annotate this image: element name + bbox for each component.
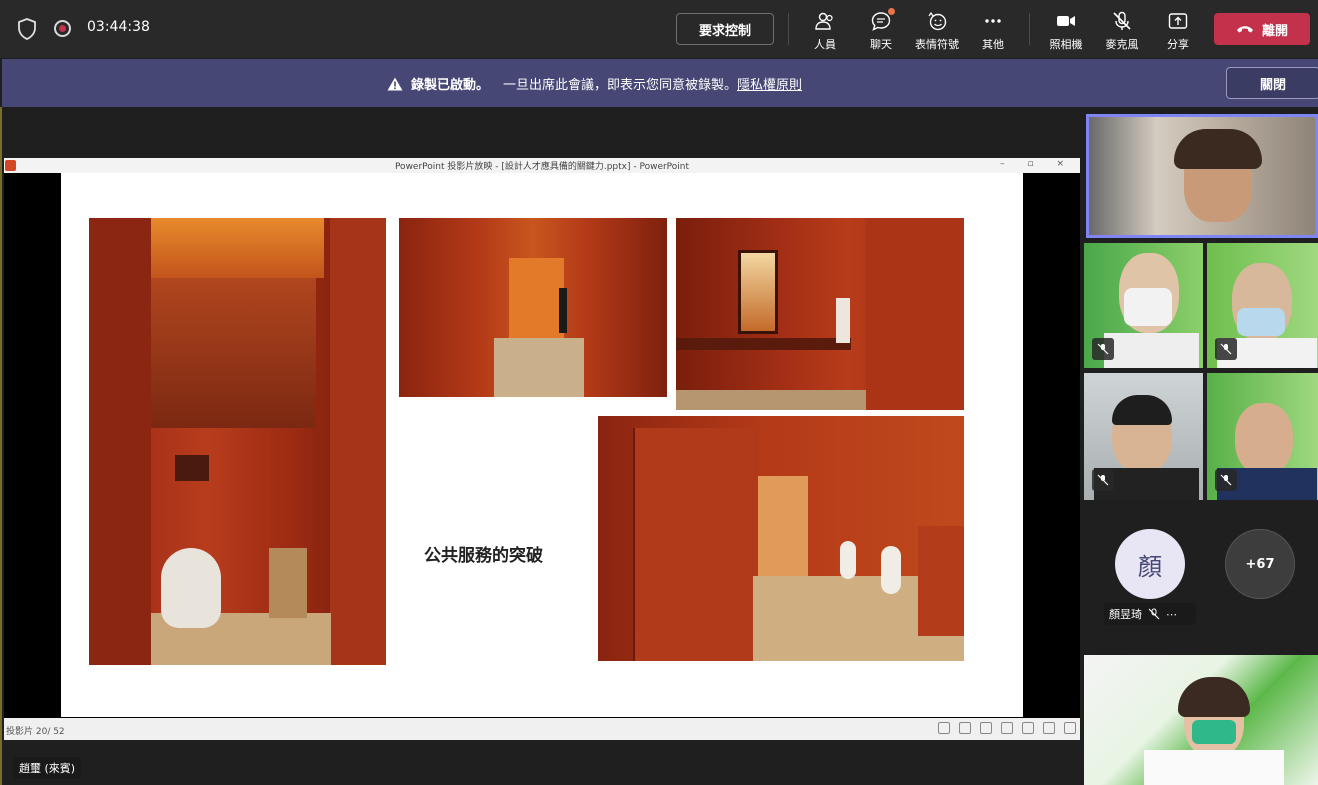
powerpoint-statusbar: 投影片 20/ 52 — [4, 718, 1080, 740]
participant-video-4[interactable] — [1207, 373, 1318, 500]
phone-hangup-icon — [1236, 26, 1253, 33]
mic-off-icon — [1113, 11, 1131, 30]
meeting-toolbar: 03:44:38 要求控制 人員 聊天 表情符號 其他 照相機 麥克風 分享 離… — [0, 0, 1318, 58]
shared-screen: PowerPoint 投影片放映 - [設計人才應具備的關鍵力.pptx] - … — [4, 158, 1080, 740]
more-participants-button[interactable]: +67 — [1225, 529, 1295, 599]
active-speaker-video[interactable] — [1086, 114, 1318, 238]
meeting-timer: 03:44:38 — [87, 19, 150, 35]
people-button[interactable]: 人員 — [797, 8, 853, 52]
slide-caption: 公共服務的突破 — [424, 546, 543, 566]
microphone-label: 麥克風 — [1105, 38, 1139, 51]
slide-sorter-icon[interactable] — [1022, 722, 1034, 734]
privacy-policy-link[interactable]: 隱私權原則 — [737, 74, 802, 93]
emoji-icon — [928, 11, 947, 31]
more-options-button[interactable]: 其他 — [965, 8, 1021, 52]
more-label: 其他 — [982, 38, 1004, 51]
menu-icon[interactable] — [959, 722, 971, 734]
camera-label: 照相機 — [1049, 38, 1083, 51]
window-controls: – ▫ × — [1000, 159, 1074, 169]
participant-video-1[interactable] — [1084, 243, 1203, 368]
chat-button[interactable]: 聊天 — [853, 8, 909, 52]
reading-view-icon[interactable] — [1043, 722, 1055, 734]
restroom-stall-photo — [89, 218, 386, 665]
share-button[interactable]: 分享 — [1150, 8, 1206, 52]
participant-more-icon[interactable]: ⋯ — [1166, 608, 1177, 621]
mic-off-icon — [1220, 474, 1232, 486]
toolbar-divider — [1029, 13, 1030, 45]
chat-notification-dot — [888, 8, 895, 15]
reactions-button[interactable]: 表情符號 — [909, 8, 965, 52]
participant-name-tag: 顏昱琦 ⋯ — [1104, 603, 1196, 625]
microphone-button[interactable]: 麥克風 — [1094, 8, 1150, 52]
people-icon — [815, 12, 833, 30]
slideshow-icon[interactable] — [1064, 722, 1076, 734]
participant-avatar[interactable]: 顏 — [1115, 529, 1185, 599]
window-edge — [0, 107, 2, 785]
recording-banner: 錄製已啟動。 一旦出席此會議，即表示您同意被錄製。 隱私權原則 關閉 — [2, 59, 1318, 107]
camera-button[interactable]: 照相機 — [1038, 8, 1094, 52]
view-controls — [938, 722, 1076, 734]
more-icon — [985, 19, 1001, 23]
mic-off-icon — [1148, 608, 1160, 620]
recording-message: 錄製已啟動。 一旦出席此會議，即表示您同意被錄製。 隱私權原則 — [387, 74, 802, 93]
shield-icon[interactable] — [16, 17, 38, 41]
muted-badge — [1092, 338, 1114, 360]
request-control-button[interactable]: 要求控制 — [676, 13, 774, 45]
people-label: 人員 — [814, 38, 836, 51]
recording-started-text: 錄製已啟動。 — [411, 78, 490, 93]
recording-consent-text: 一旦出席此會議，即表示您同意被錄製。 — [503, 78, 738, 93]
share-icon — [1168, 13, 1188, 29]
participant-video-2[interactable] — [1207, 243, 1318, 368]
urinals-photo — [598, 416, 964, 661]
leave-button[interactable]: 離開 — [1214, 13, 1310, 45]
powerpoint-icon — [5, 160, 16, 171]
mic-off-icon — [1220, 343, 1232, 355]
chat-label: 聊天 — [870, 38, 892, 51]
muted-badge — [1092, 469, 1114, 491]
participant-video-5[interactable] — [1084, 655, 1318, 785]
normal-view-icon[interactable] — [1001, 722, 1013, 734]
camera-icon — [1057, 16, 1075, 26]
slide-counter: 投影片 20/ 52 — [6, 727, 65, 737]
muted-badge — [1215, 469, 1237, 491]
close-banner-button[interactable]: 關閉 — [1226, 67, 1318, 99]
participant-name: 顏昱琦 — [1109, 608, 1142, 621]
warning-icon — [387, 77, 403, 90]
corridor-photo — [399, 218, 667, 397]
participant-video-3[interactable] — [1084, 373, 1203, 500]
toolbar-divider — [788, 13, 789, 45]
presenter-name-tag: 趙璽 (來賓) — [13, 757, 82, 779]
recording-indicator-icon — [54, 20, 71, 37]
slide: 公共服務的突破 — [61, 173, 1023, 717]
next-slide-icon[interactable] — [980, 722, 992, 734]
powerpoint-titlebar: PowerPoint 投影片放映 - [設計人才應具備的關鍵力.pptx] - … — [4, 158, 1080, 173]
share-label: 分享 — [1167, 38, 1189, 51]
muted-badge — [1215, 338, 1237, 360]
leave-label: 離開 — [1261, 23, 1288, 39]
powerpoint-window-title: PowerPoint 投影片放映 - [設計人才應具備的關鍵力.pptx] - … — [394, 162, 690, 172]
previous-slide-icon[interactable] — [938, 722, 950, 734]
emoji-label: 表情符號 — [915, 38, 959, 51]
mic-off-icon — [1097, 474, 1109, 486]
washbasin-photo — [676, 218, 964, 410]
mic-off-icon — [1097, 343, 1109, 355]
